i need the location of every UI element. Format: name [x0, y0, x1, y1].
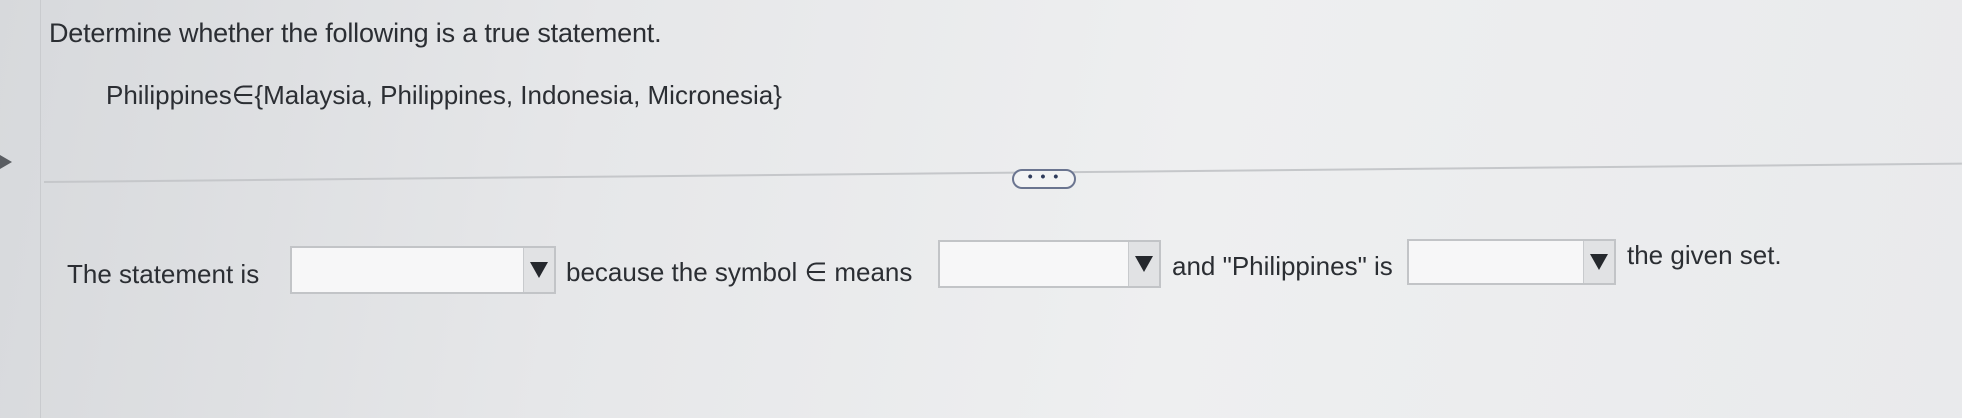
answer-text-part1: The statement is: [67, 259, 260, 289]
collapse-marker-icon: [0, 155, 12, 169]
dropdown-toggle[interactable]: [1583, 241, 1614, 283]
chevron-down-icon: [1135, 256, 1153, 272]
answer-text-part4: the given set.: [1627, 240, 1782, 270]
statement-truth-dropdown[interactable]: [290, 246, 556, 294]
symbol-meaning-dropdown[interactable]: [938, 240, 1161, 288]
chevron-down-icon: [1590, 254, 1608, 270]
membership-dropdown[interactable]: [1407, 239, 1616, 285]
answer-text-part2: because the symbol ∈ means: [566, 257, 913, 287]
section-divider: [43, 162, 1962, 183]
chevron-down-icon: [530, 262, 548, 278]
dropdown-toggle[interactable]: [1128, 242, 1159, 286]
question-instruction: Determine whether the following is a tru…: [49, 18, 662, 48]
dropdown-toggle[interactable]: [523, 248, 554, 292]
question-statement: Philippines∈{Malaysia, Philippines, Indo…: [106, 80, 782, 110]
answer-text-part3: and "Philippines" is: [1172, 251, 1393, 281]
more-options-button[interactable]: • • •: [1012, 169, 1076, 189]
ellipsis-icon: • • •: [1027, 168, 1061, 184]
left-border: [40, 0, 41, 418]
